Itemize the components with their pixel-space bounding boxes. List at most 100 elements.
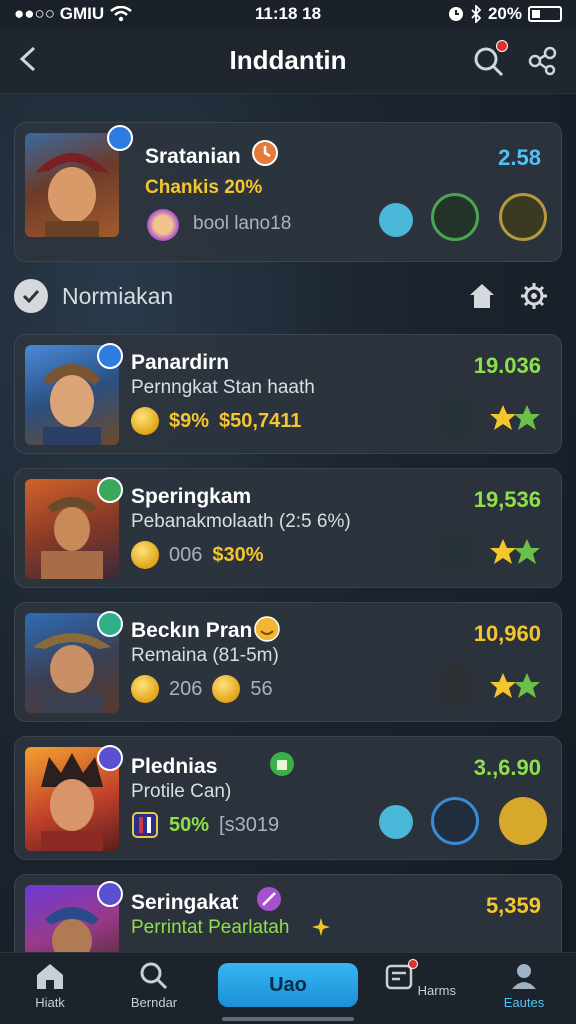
verified-badge — [97, 343, 123, 369]
stars-icon — [490, 673, 540, 698]
player-subtitle: Chankis 20% — [145, 177, 263, 198]
section-header: Normiakan — [14, 274, 562, 318]
avatar — [25, 133, 119, 237]
verified-badge — [97, 881, 123, 907]
home-icon[interactable] — [468, 282, 496, 310]
emoji-badge-icon — [254, 616, 280, 642]
player-name: Speringkam — [131, 485, 252, 508]
horse-icon[interactable] — [499, 797, 547, 845]
battery-icon — [528, 6, 562, 22]
player-card[interactable]: Beckın Pran Remaina (81-5m) 206 56 10,96… — [14, 602, 562, 722]
stat-b: $30% — [212, 543, 264, 566]
nav-item-profile[interactable]: Eautes — [476, 961, 572, 1010]
player-score: 10,960 — [473, 621, 541, 646]
bird-icon[interactable] — [435, 665, 477, 707]
user-icon — [512, 964, 536, 989]
player-card[interactable]: Panardirn Pernngkat Stan haath $9% $50,7… — [14, 334, 562, 454]
player-subtitle: Remaina (81-5m) — [131, 645, 279, 666]
stars-icon — [490, 539, 540, 564]
player-score: 3.,6.90 — [473, 755, 541, 780]
verified-badge — [97, 611, 123, 637]
gift-badge-icon — [270, 752, 294, 776]
stat-b: [s3019 — [219, 813, 280, 836]
player-score: 19,536 — [473, 487, 541, 512]
player-card[interactable]: Plednias Protile Can) 50% [s3019 3.,6.90 — [14, 736, 562, 860]
stat-a: 50% — [169, 813, 210, 836]
flag-icon — [132, 812, 158, 838]
nav-label: Hiatk — [35, 995, 65, 1010]
search-icon — [140, 962, 168, 990]
section-title: Normiakan — [62, 282, 174, 309]
nav-indicator — [222, 1017, 354, 1021]
share-button[interactable] — [526, 44, 560, 78]
alarm-icon — [448, 7, 463, 21]
chevron-left-icon — [19, 46, 36, 72]
player-name: Sratanian — [145, 145, 241, 168]
check-icon[interactable] — [14, 279, 48, 313]
sparkle-icon — [312, 918, 330, 936]
share-icon — [528, 46, 557, 76]
player-stats: 206 56 — [131, 675, 273, 703]
nav-item-search[interactable]: Berndar — [106, 961, 202, 1010]
notification-dot — [408, 959, 419, 969]
mini-avatar — [147, 209, 179, 241]
stat-a: 006 — [169, 543, 203, 566]
nav-label: Berndar — [130, 995, 178, 1010]
stat-a: 206 — [169, 677, 203, 700]
stat-b: $50,7411 — [219, 409, 302, 432]
player-meta: bool lano18 — [193, 213, 292, 234]
shield-icon[interactable] — [499, 193, 547, 241]
player-name: Seringakat — [131, 891, 239, 914]
feather-badge-icon — [257, 887, 281, 911]
player-name: Panardirn — [131, 351, 230, 374]
app-header: Inddantin — [0, 28, 576, 94]
battery-percent: 20% — [487, 4, 522, 23]
wifi-icon — [110, 6, 132, 22]
search-button[interactable] — [472, 40, 508, 78]
coin-icon — [212, 675, 241, 703]
player-stats: 50% [s3019 — [131, 811, 279, 839]
featured-player-card[interactable]: Sratanian Chankis 20% bool lano18 2.58 — [14, 122, 562, 262]
home-icon — [37, 964, 63, 989]
player-subtitle: Pebanakmolaath (2:5 6%) — [131, 511, 351, 532]
player-score: 5,359 — [485, 893, 541, 918]
plant-icon[interactable] — [435, 531, 477, 573]
page-title: Inddantin — [229, 45, 347, 75]
coin-icon — [131, 407, 159, 435]
player-name: Plednias — [131, 755, 218, 778]
notification-dot — [496, 40, 508, 52]
stat-a: $9% — [169, 409, 210, 432]
player-subtitle: Protile Can) — [131, 781, 232, 802]
leaf-icon[interactable] — [435, 397, 477, 439]
robot-icon[interactable] — [431, 193, 479, 241]
coin-icon — [131, 541, 159, 569]
gear-icon[interactable] — [520, 282, 548, 310]
coin-icon — [131, 675, 159, 703]
verified-badge — [97, 745, 123, 771]
bluetooth-icon — [471, 5, 482, 23]
player-subtitle: Pernngkat Stan haath — [131, 377, 315, 398]
carrier-label: ●●○○ GMIU — [14, 4, 105, 23]
back-button[interactable] — [16, 44, 44, 74]
verified-badge — [97, 477, 123, 503]
status-bar: ●●○○ GMIU 11:18 18 20% — [0, 0, 576, 28]
player-stats: $9% $50,7411 — [131, 407, 301, 435]
bottom-nav: Hiatk Berndar Uao Harms Eautes — [0, 952, 576, 1024]
nav-item-notifications[interactable]: Harms — [372, 959, 468, 998]
snowflake-icon[interactable] — [379, 805, 413, 839]
nav-label: Harms — [417, 983, 456, 998]
nav-center-button[interactable]: Uao — [218, 963, 358, 1007]
player-name: Beckın Pran — [131, 619, 253, 642]
robot-icon[interactable] — [431, 797, 479, 845]
player-card[interactable]: Speringkam Pebanakmolaath (2:5 6%) 006 $… — [14, 468, 562, 588]
player-score: 2.58 — [498, 145, 541, 170]
nav-item-home[interactable]: Hiatk — [2, 961, 98, 1010]
player-stats: 006 $30% — [131, 541, 264, 569]
player-subtitle: Perrintat Pearlatah — [131, 917, 290, 938]
verified-badge — [107, 125, 133, 151]
stars-icon — [490, 405, 540, 430]
nav-label: Eautes — [503, 995, 545, 1010]
clock-badge-icon — [252, 140, 278, 166]
stat-b: 56 — [250, 677, 273, 700]
snowflake-icon[interactable] — [379, 203, 413, 237]
